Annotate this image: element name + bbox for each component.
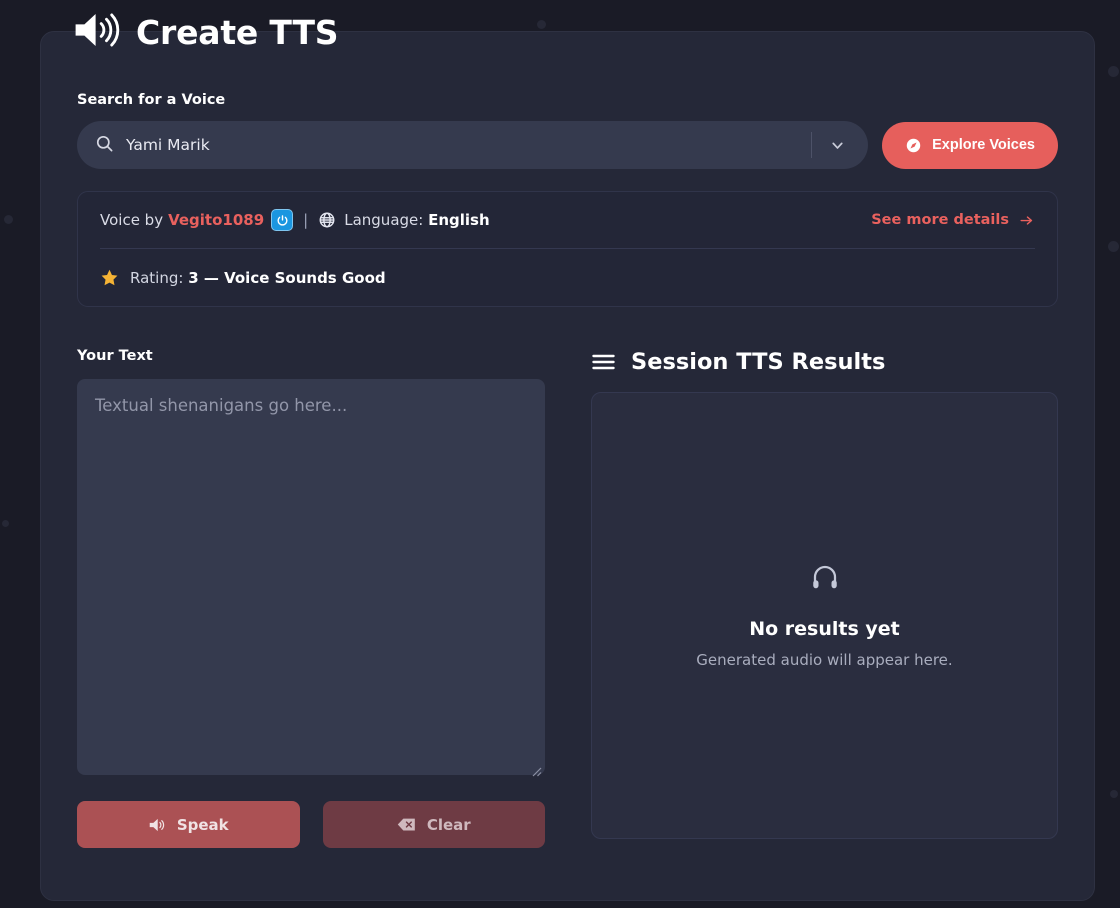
- rating-info: Rating: 3 — Voice Sounds Good: [130, 269, 386, 287]
- search-input[interactable]: Yami Marik: [126, 121, 811, 169]
- explore-voices-button[interactable]: Explore Voices: [882, 121, 1058, 169]
- language-value: English: [428, 211, 490, 229]
- backspace-icon: [397, 817, 416, 832]
- results-panel: No results yet Generated audio will appe…: [591, 392, 1058, 839]
- explore-voices-label: Explore Voices: [932, 137, 1035, 153]
- rating-value: 3 — Voice Sounds Good: [188, 268, 386, 287]
- page-title: Create TTS: [74, 10, 339, 54]
- voice-dropdown-button[interactable]: [812, 123, 862, 167]
- results-column: Session TTS Results No results yet Gener…: [591, 348, 1058, 848]
- your-text-label: Your Text: [77, 348, 153, 364]
- speaker-volume-icon: [148, 817, 166, 833]
- tts-text-input[interactable]: [77, 379, 545, 775]
- results-header: Session TTS Results: [591, 348, 1058, 376]
- compass-icon: [905, 137, 922, 154]
- arrow-right-icon: [1018, 213, 1035, 228]
- voice-rating-row: Rating: 3 — Voice Sounds Good: [100, 249, 1035, 306]
- meta-separator: |: [303, 211, 309, 229]
- action-buttons-row: Speak Clear: [77, 801, 545, 848]
- voice-author-block: Voice by Vegito1089: [100, 209, 294, 231]
- chevron-down-icon: [832, 142, 843, 149]
- voice-author-link[interactable]: Vegito1089: [168, 211, 264, 229]
- background-dot: [2, 520, 9, 527]
- menu-lines-icon: [591, 352, 616, 372]
- background-dot: [537, 20, 546, 29]
- clear-button-label: Clear: [426, 815, 471, 834]
- star-icon: [100, 268, 119, 287]
- page-title-text: Create TTS: [136, 12, 339, 52]
- editor-results-columns: Your Text Textual shenanigans go here...…: [77, 348, 1058, 848]
- speaker-volume-icon: [74, 10, 122, 54]
- create-tts-card: Search for a Voice Yami Marik Explore Vo…: [40, 31, 1095, 901]
- background-dot: [1108, 241, 1119, 252]
- background-dot: [1110, 790, 1118, 798]
- language-info: Language: English: [344, 211, 489, 229]
- voice-meta-row: Voice by Vegito1089 | Language: English …: [100, 192, 1035, 248]
- power-badge-icon: [271, 209, 294, 231]
- background-dot: [4, 215, 13, 224]
- background-dot: [1108, 66, 1119, 77]
- speak-button-label: Speak: [176, 815, 229, 834]
- voice-search-box[interactable]: Yami Marik: [77, 121, 869, 169]
- see-more-details-link[interactable]: See more details: [871, 212, 1035, 228]
- rating-label: Rating:: [130, 268, 184, 287]
- voice-by-label: Voice by: [100, 211, 164, 229]
- speak-button[interactable]: Speak: [77, 801, 300, 848]
- results-title: Session TTS Results: [631, 349, 886, 375]
- headphones-icon: [809, 562, 841, 596]
- clear-button[interactable]: Clear: [322, 801, 545, 848]
- see-more-details-label: See more details: [871, 212, 1009, 228]
- text-editor-column: Your Text Textual shenanigans go here...…: [77, 348, 545, 848]
- voice-info-card: Voice by Vegito1089 | Language: English …: [77, 191, 1058, 307]
- empty-state-subtitle: Generated audio will appear here.: [696, 651, 953, 669]
- search-row: Yami Marik Explore Voices: [77, 121, 1058, 169]
- globe-icon: [318, 211, 336, 229]
- language-label: Language:: [344, 211, 424, 229]
- textarea-wrapper: [77, 379, 545, 779]
- search-label: Search for a Voice: [77, 92, 226, 108]
- search-icon: [95, 134, 114, 157]
- empty-state-title: No results yet: [749, 618, 900, 640]
